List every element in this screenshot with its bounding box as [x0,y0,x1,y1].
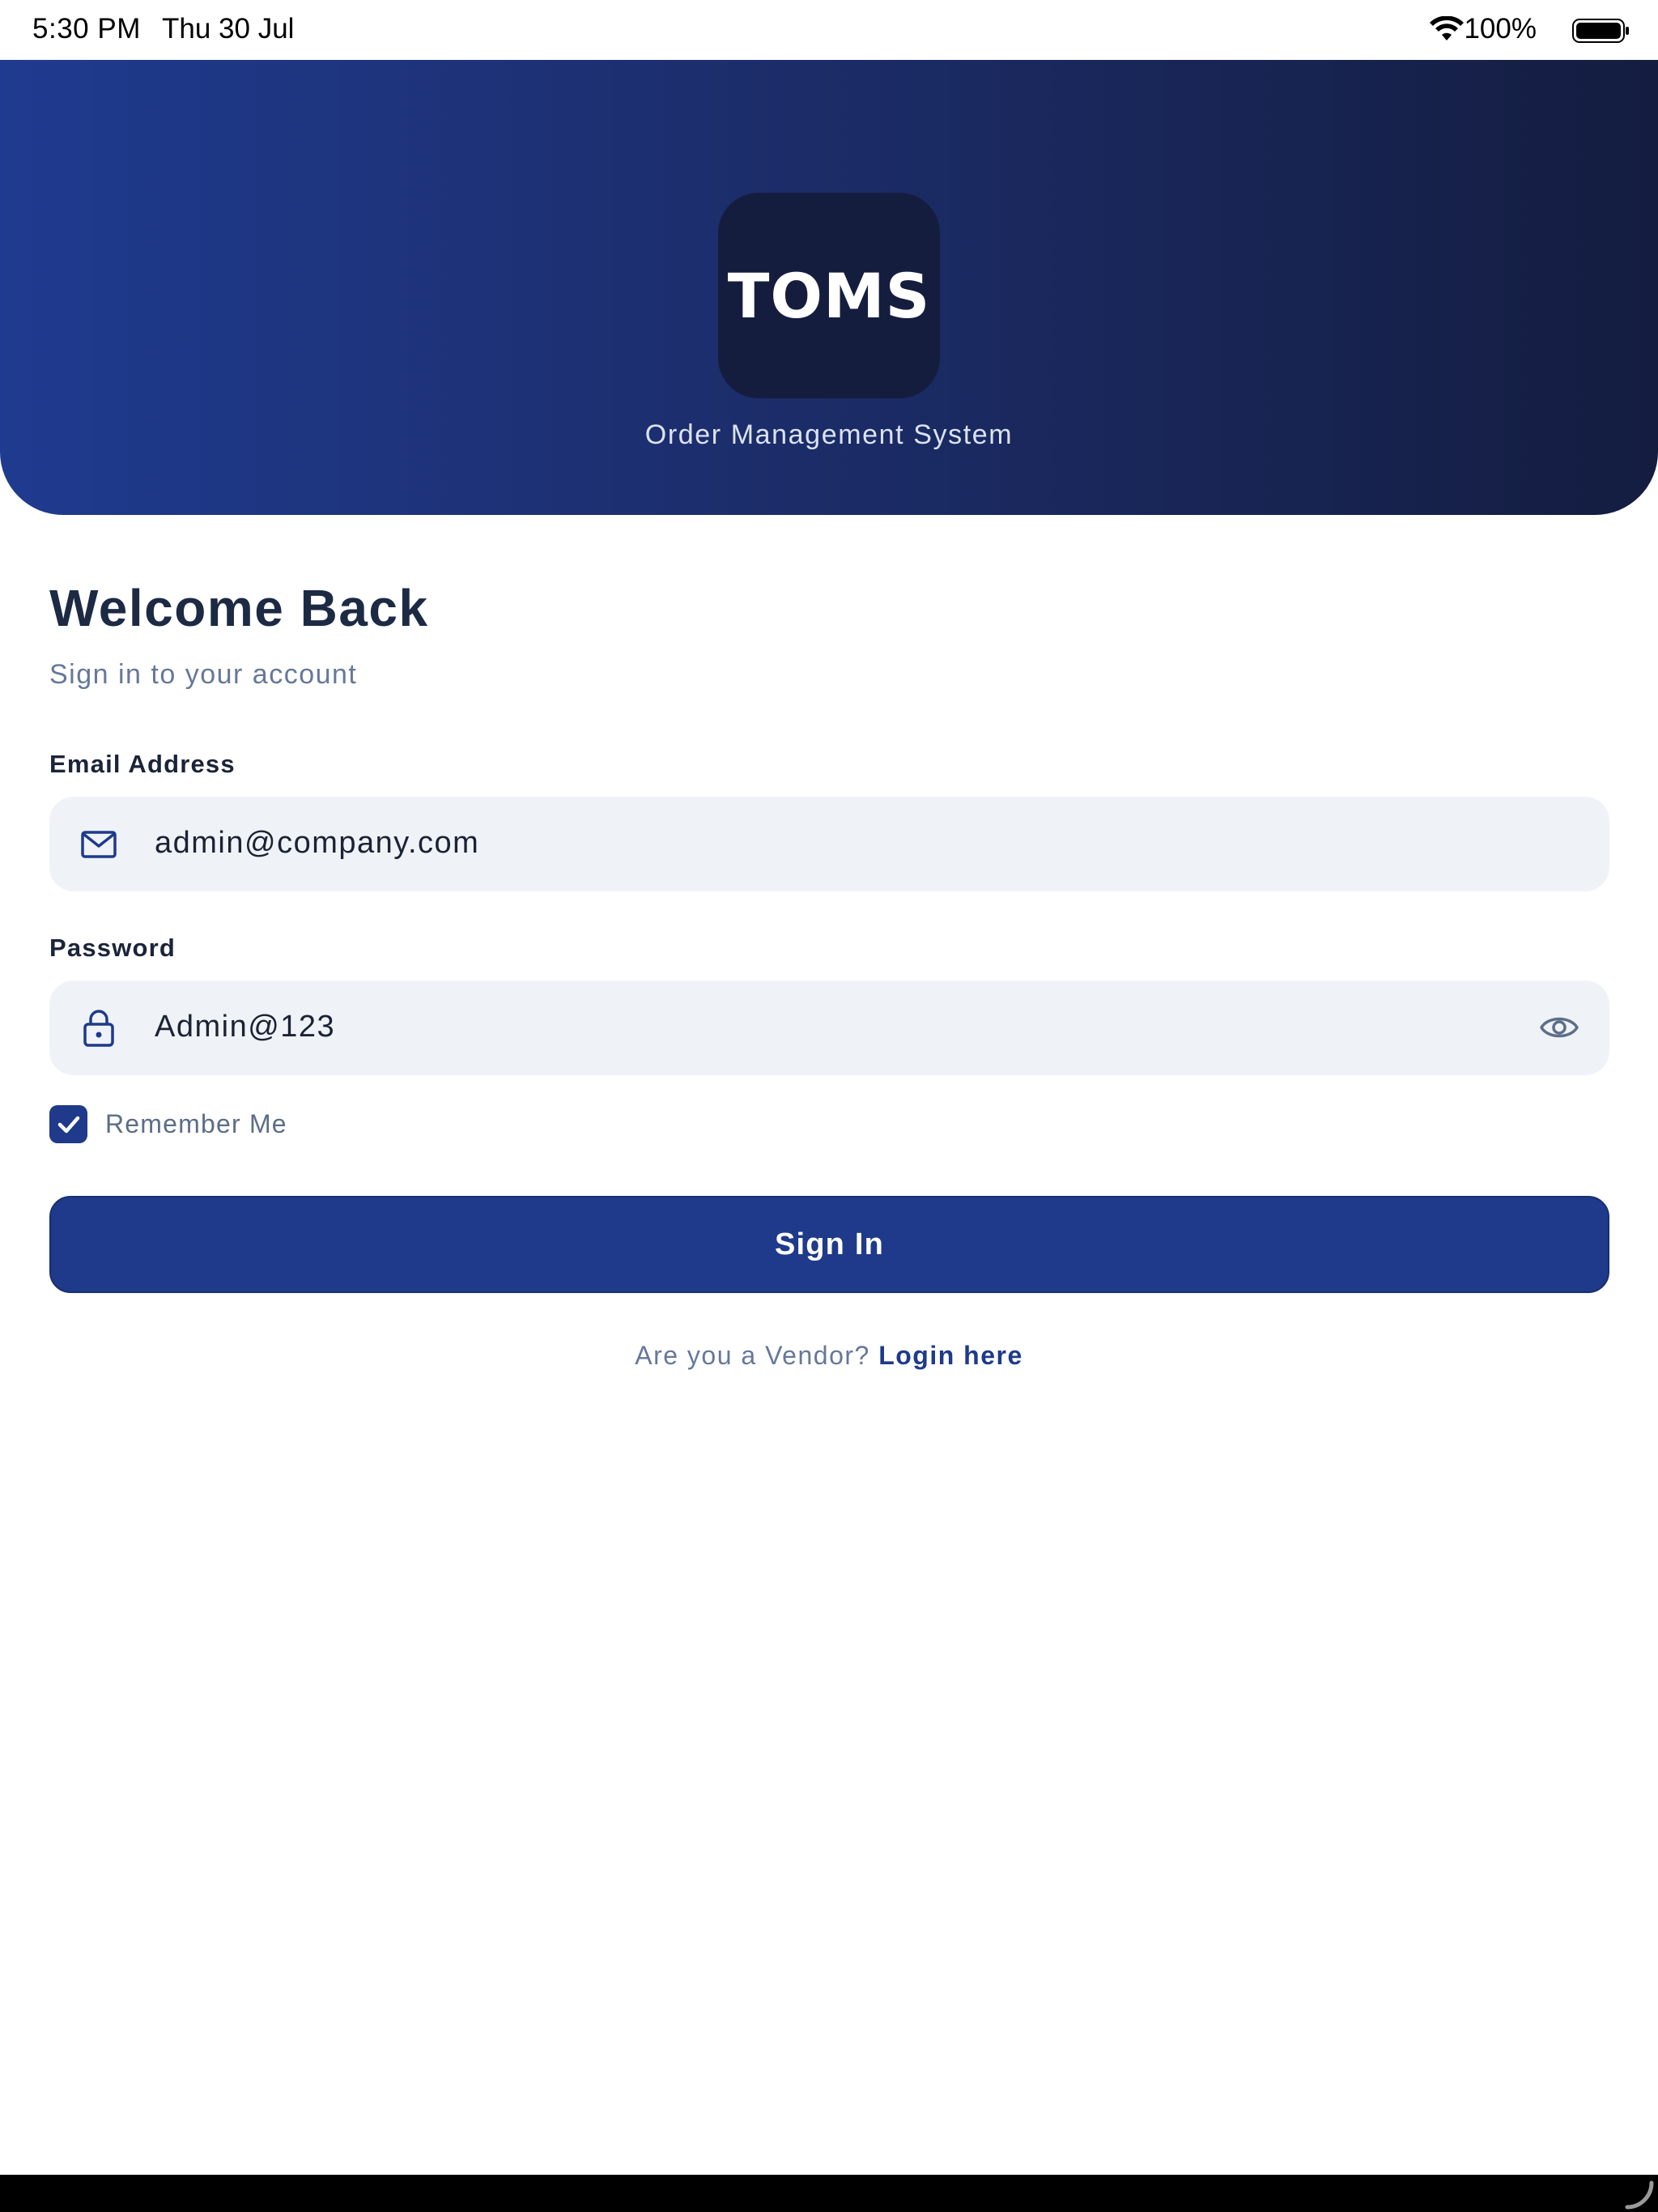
mail-icon [81,831,117,858]
lock-icon [83,1010,114,1047]
app-subtitle: Order Management System [644,419,1014,450]
bottom-bar [0,2175,1658,2212]
logo-text: TOMS [727,259,931,332]
password-input[interactable] [155,1010,1450,1044]
vendor-login-link[interactable]: Login here [878,1341,1023,1370]
app-header: TOMS Order Management System [0,60,1658,515]
remember-me-checkbox[interactable] [49,1105,87,1143]
remember-me-label[interactable]: Remember Me [105,1109,287,1139]
battery-percentage: 100% [1464,13,1537,45]
email-label: Email Address [49,750,236,778]
status-indicators: 100% [1388,13,1630,47]
email-field[interactable] [49,797,1609,891]
password-label: Password [49,934,176,962]
status-bar: 5:30 PM Thu 30 Jul 100% [0,0,1658,60]
battery-icon [1572,19,1629,43]
status-time: 5:30 PM [32,13,141,45]
page-subtitle: Sign in to your account [49,659,358,690]
email-input[interactable] [155,826,1450,861]
sign-in-label: Sign In [774,1227,885,1261]
status-date: Thu 30 Jul [162,13,295,45]
vendor-prompt-text: Are you a Vendor? [635,1341,870,1370]
wifi-icon [1430,16,1464,40]
login-screen: 5:30 PM Thu 30 Jul 100% TOMS Order Manag… [0,0,1658,2212]
sign-in-button[interactable]: Sign In [49,1196,1609,1293]
app-logo: TOMS [718,193,940,398]
eye-icon[interactable] [1540,1010,1579,1045]
password-field[interactable] [49,981,1609,1075]
page-title: Welcome Back [49,579,429,637]
checkmark-icon [57,1116,79,1133]
vendor-login-prompt: Are you a Vendor? Login here [0,1341,1658,1371]
corner-arc-icon [1625,2180,1654,2210]
